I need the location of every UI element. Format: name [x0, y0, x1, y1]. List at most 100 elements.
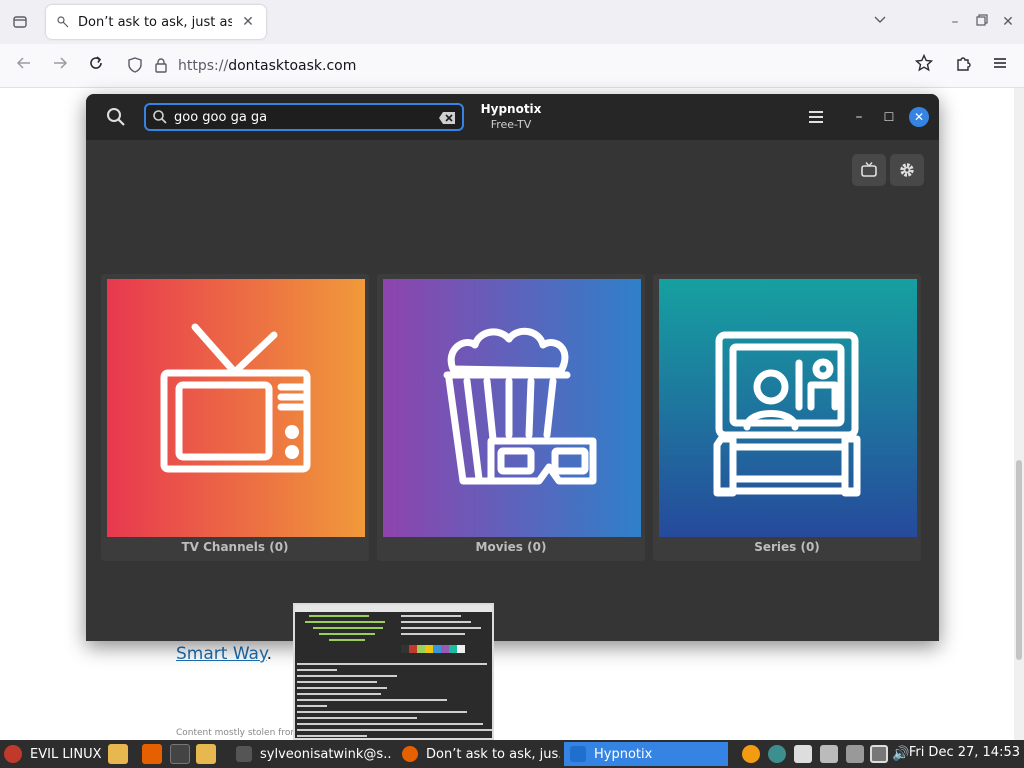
firefox-launcher-icon[interactable]: [142, 744, 162, 764]
movies-label: Movies (0): [475, 540, 547, 554]
preview-line: [319, 633, 375, 635]
parking-p-icon[interactable]: [794, 745, 812, 763]
tv-icon: [570, 746, 586, 762]
preview-swatch: [449, 645, 457, 653]
series-card[interactable]: Series (0): [653, 274, 921, 561]
tab-list-button[interactable]: [8, 10, 32, 34]
preferences-button[interactable]: [890, 154, 924, 186]
preview-swatch: [409, 645, 417, 653]
page-scrollbar[interactable]: [1014, 88, 1024, 740]
tv-icon: [160, 323, 311, 473]
preview-line: [297, 729, 492, 731]
taskbar: EVIL LINUX sylveonisatwink@s... Don’t as…: [0, 740, 1024, 768]
preview-line: [297, 663, 487, 665]
tab-list-icon: [13, 16, 27, 28]
task-terminal[interactable]: sylveonisatwink@s...: [230, 742, 392, 766]
preview-line: [297, 711, 467, 713]
task-label: Hypnotix: [594, 746, 653, 762]
app-title: Hypnotix: [480, 102, 542, 116]
tv-mode-button[interactable]: [852, 154, 886, 186]
display-icon[interactable]: [870, 745, 888, 763]
preview-swatch: [401, 645, 409, 653]
page-scrollbar-thumb[interactable]: [1016, 460, 1022, 660]
clear-search-icon[interactable]: [438, 110, 456, 124]
page-link-line: Smart Way.: [176, 644, 273, 664]
task-hypnotix[interactable]: Hypnotix: [564, 742, 728, 766]
tv-channels-art: [107, 279, 365, 537]
bookmark-star-icon[interactable]: [912, 53, 936, 78]
terminal-window-preview[interactable]: [293, 603, 494, 740]
lock-icon[interactable]: [152, 57, 170, 75]
preview-line: [297, 675, 397, 677]
search-box[interactable]: [144, 103, 464, 131]
folder-launcher-icon[interactable]: [196, 744, 216, 764]
preview-swatch: [425, 645, 433, 653]
app-menu-icon[interactable]: [806, 107, 826, 127]
task-firefox[interactable]: Don’t ask to ask, jus...: [396, 742, 560, 766]
back-arrow-icon[interactable]: [12, 54, 36, 78]
tracking-shield-icon[interactable]: [126, 57, 144, 75]
task-label: sylveonisatwink@s...: [260, 746, 392, 762]
movies-art: [383, 279, 641, 537]
preview-line: [297, 735, 367, 737]
preview-swatch: [441, 645, 449, 653]
search-input[interactable]: [168, 109, 438, 125]
hypnotix-window: Hypnotix Free-TV – ☐ ✕: [86, 94, 939, 641]
gear-icon: [900, 163, 914, 177]
search-toggle-icon[interactable]: [104, 105, 128, 129]
volume-icon[interactable]: 🔊: [892, 745, 910, 763]
task-label: Don’t ask to ask, jus...: [426, 746, 560, 762]
app-subtitle: Free-TV: [490, 118, 532, 131]
preview-line: [297, 705, 327, 707]
clipboard-icon[interactable]: [820, 745, 838, 763]
start-menu-button[interactable]: EVIL LINUX: [4, 743, 102, 765]
app-close-button[interactable]: ✕: [909, 107, 929, 127]
update-manager-icon[interactable]: [742, 745, 760, 763]
preview-swatch: [417, 645, 425, 653]
hypnotix-headerbar: Hypnotix Free-TV – ☐ ✕: [86, 94, 939, 140]
browser-restore-button[interactable]: [972, 12, 992, 32]
browser-minimize-button[interactable]: –: [945, 12, 965, 32]
preview-line: [305, 621, 385, 623]
preview-line: [297, 681, 377, 683]
smart-way-link[interactable]: Smart Way: [176, 644, 267, 664]
preview-line: [401, 621, 471, 623]
preview-line: [297, 723, 483, 725]
app-minimize-button[interactable]: –: [852, 107, 866, 127]
app-maximize-button[interactable]: ☐: [882, 107, 896, 127]
preview-menubar: [295, 605, 492, 612]
extensions-puzzle-icon[interactable]: [952, 54, 976, 78]
reload-icon[interactable]: [84, 54, 108, 78]
browser-navbar: https://dontasktoask.com: [0, 44, 1024, 88]
browser-close-button[interactable]: ✕: [998, 12, 1018, 32]
clock[interactable]: Fri Dec 27, 14:53: [909, 745, 1020, 760]
network-icon[interactable]: [768, 745, 786, 763]
series-label: Series (0): [754, 540, 820, 554]
forward-arrow-icon[interactable]: [48, 54, 72, 78]
tab-title: Don’t ask to ask, just ask: [78, 14, 232, 30]
files-launcher-icon[interactable]: [108, 744, 128, 764]
url-text[interactable]: https://dontasktoask.com: [178, 58, 356, 74]
browser-tabbar: Don’t ask to ask, just ask ✕ – ✕: [0, 0, 1024, 44]
shield-icon[interactable]: [846, 745, 864, 763]
terminal-launcher-icon[interactable]: [170, 744, 190, 764]
tv-channels-card[interactable]: TV Channels (0): [101, 274, 369, 561]
preview-line: [309, 615, 369, 617]
start-menu-label: EVIL LINUX: [30, 746, 102, 762]
preview-line: [313, 627, 383, 629]
movies-card[interactable]: Movies (0): [377, 274, 645, 561]
preview-line: [297, 693, 381, 695]
page-footer: Content mostly stolen from: [176, 728, 300, 738]
tab-favicon-icon: [56, 15, 70, 29]
browser-tab-active[interactable]: Don’t ask to ask, just ask ✕: [46, 5, 266, 39]
preview-line: [297, 687, 387, 689]
tab-overflow-chevron-icon[interactable]: [870, 12, 890, 32]
hamburger-menu-icon[interactable]: [988, 54, 1012, 78]
url-bar[interactable]: https://dontasktoask.com: [118, 50, 948, 82]
preview-swatch: [433, 645, 441, 653]
tab-close-icon[interactable]: ✕: [240, 14, 256, 30]
preview-swatch: [457, 645, 465, 653]
tv-channels-label: TV Channels (0): [181, 540, 289, 554]
preview-line: [297, 669, 337, 671]
window-title: Hypnotix Free-TV: [476, 102, 546, 131]
